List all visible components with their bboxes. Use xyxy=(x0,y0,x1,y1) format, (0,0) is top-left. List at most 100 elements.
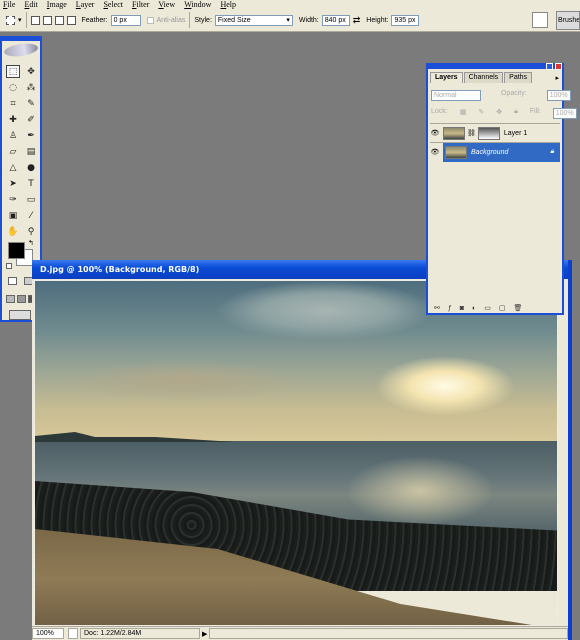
style-select[interactable]: Fixed Size ▾ xyxy=(214,14,293,26)
feather-input[interactable]: 0 px xyxy=(110,14,141,26)
adjustment-layer-icon[interactable]: ◐ xyxy=(472,305,476,312)
fill-label: Fill: xyxy=(529,108,541,115)
zoom-tool-icon[interactable]: ⚲ xyxy=(24,225,38,238)
eraser-tool-icon[interactable]: ▱ xyxy=(6,145,20,158)
preset-dropdown-icon[interactable]: ▾ xyxy=(18,16,22,24)
menu-filter[interactable]: Filter xyxy=(132,0,149,9)
screen-mode-standard-icon[interactable] xyxy=(6,295,15,303)
new-group-icon[interactable]: ▭ xyxy=(484,304,491,312)
swap-colors-icon[interactable]: ↰ xyxy=(28,239,34,247)
layer-style-icon[interactable]: ƒ xyxy=(448,305,452,312)
dodge-tool-icon[interactable]: ● xyxy=(24,161,38,174)
layers-bottom-bar: ⚯ ƒ ◙ ◐ ▭ ▢ 🗑︎ xyxy=(430,302,560,314)
magic-wand-icon[interactable]: ⁂ xyxy=(24,81,38,94)
slice-tool-icon[interactable]: ✎ xyxy=(24,97,38,110)
layer-row-selected[interactable]: Background 🔒︎ xyxy=(443,142,560,162)
menu-select[interactable]: Select xyxy=(103,0,123,9)
file-browser-icon[interactable] xyxy=(532,12,548,28)
layer-name: Background xyxy=(471,148,509,156)
menu-layer[interactable]: Layer xyxy=(76,0,95,9)
minimize-palette-icon[interactable] xyxy=(546,63,553,70)
image-canvas[interactable] xyxy=(34,280,558,626)
link-chain-icon: ⛓︎ xyxy=(467,130,476,137)
history-brush-icon[interactable]: ✒ xyxy=(24,129,38,142)
lock-position-icon[interactable]: ✥ xyxy=(496,108,502,119)
layers-palette: Layers Channels Paths ▸ Normal Opacity: … xyxy=(426,63,577,315)
clone-stamp-icon[interactable]: ♙ xyxy=(6,129,20,142)
divider xyxy=(189,12,191,28)
jump-to-imageready-icon[interactable] xyxy=(9,310,31,320)
palette-menu-icon[interactable]: ▸ xyxy=(555,74,559,82)
horizontal-scrollbar[interactable] xyxy=(209,628,568,639)
menu-window[interactable]: Window xyxy=(184,0,211,9)
brush-tool-icon[interactable]: ✐ xyxy=(24,113,38,126)
crop-tool-icon[interactable]: ⌗ xyxy=(6,97,20,110)
water-glare xyxy=(345,456,495,526)
move-tool-icon[interactable]: ✥ xyxy=(24,65,38,78)
new-layer-icon[interactable]: ▢ xyxy=(499,304,506,312)
height-label: Height: xyxy=(366,16,389,24)
lock-icon: 🔒︎ xyxy=(550,148,554,155)
add-mask-icon[interactable]: ◙ xyxy=(460,305,464,312)
doc-size-info: Doc: 1.22M/2.84M xyxy=(80,628,200,639)
subtract-selection-icon[interactable] xyxy=(54,15,64,25)
blend-mode-select[interactable]: Normal xyxy=(431,90,481,101)
intersect-selection-icon[interactable] xyxy=(66,15,76,25)
new-selection-icon[interactable] xyxy=(30,15,40,25)
fill-input[interactable]: 100% xyxy=(552,108,577,119)
brushes-palette-tab[interactable]: Brushes xyxy=(556,11,580,30)
tab-channels[interactable]: Channels xyxy=(463,72,504,83)
menu-help[interactable]: Help xyxy=(220,0,236,9)
options-bar: ▾ Feather: 0 px Anti-alias Style: Fixed … xyxy=(0,9,580,32)
delete-layer-icon[interactable]: 🗑︎ xyxy=(514,304,523,312)
tab-paths[interactable]: Paths xyxy=(504,72,533,83)
gradient-tool-icon[interactable]: ▤ xyxy=(24,145,38,158)
layer-row[interactable]: 👁︎ ⛓︎ Layer 1 xyxy=(430,123,560,142)
chevron-down-icon: ▾ xyxy=(286,16,290,24)
layer-thumbnail xyxy=(443,126,465,140)
standard-mode-icon[interactable] xyxy=(8,277,17,285)
link-layers-icon[interactable]: ⚯ xyxy=(434,304,440,312)
menu-edit[interactable]: Edit xyxy=(24,0,37,9)
notes-tool-icon[interactable]: ▣ xyxy=(6,209,20,222)
lock-all-icon[interactable]: 🔒︎ xyxy=(514,108,518,119)
menu-view[interactable]: View xyxy=(158,0,175,9)
lock-image-icon[interactable]: ✎ xyxy=(478,108,484,119)
hand-tool-icon[interactable]: ✋ xyxy=(6,225,20,238)
divider xyxy=(25,12,27,28)
type-tool-icon[interactable]: T xyxy=(24,177,38,190)
path-selection-icon[interactable]: ➤ xyxy=(6,177,20,190)
tab-layers[interactable]: Layers xyxy=(430,72,463,83)
healing-brush-icon[interactable]: ✚ xyxy=(6,113,20,126)
document-window: D.jpg @ 100% (Background, RGB/8) 100% Do… xyxy=(32,260,572,640)
antialias-label: Anti-alias xyxy=(156,16,186,24)
opacity-input[interactable]: 100% xyxy=(546,90,571,101)
add-selection-icon[interactable] xyxy=(42,15,52,25)
width-input[interactable]: 840 px xyxy=(321,14,350,26)
menu-file[interactable]: File xyxy=(3,0,15,9)
visibility-eye-icon[interactable]: 👁︎ xyxy=(430,129,440,137)
layer-mask-thumbnail[interactable] xyxy=(477,126,500,140)
default-colors-icon[interactable] xyxy=(6,263,12,269)
swap-dimensions-icon[interactable]: ⇄ xyxy=(353,15,361,26)
pen-tool-icon[interactable]: ✑ xyxy=(6,193,20,206)
screen-mode-full-menu-icon[interactable] xyxy=(17,295,26,303)
marquee-preset-icon[interactable] xyxy=(6,15,15,25)
status-menu-icon[interactable] xyxy=(68,628,78,639)
menu-image[interactable]: Image xyxy=(47,0,67,9)
layer-name: Layer 1 xyxy=(503,129,528,137)
antialias-checkbox[interactable] xyxy=(146,16,154,24)
opacity-label: Opacity: xyxy=(501,90,527,97)
shape-tool-icon[interactable]: ▭ xyxy=(24,193,38,206)
blur-tool-icon[interactable]: △ xyxy=(6,161,20,174)
status-arrow-icon[interactable]: ▶ xyxy=(202,630,207,638)
rectangular-marquee-icon[interactable]: ⬚ xyxy=(6,65,20,78)
visibility-eye-icon[interactable]: 👁︎ xyxy=(430,148,440,156)
height-input[interactable]: 935 px xyxy=(391,14,420,26)
zoom-field[interactable]: 100% xyxy=(32,628,64,639)
close-palette-icon[interactable] xyxy=(555,63,562,70)
lasso-tool-icon[interactable]: ◌ xyxy=(6,81,20,94)
eyedropper-icon[interactable]: ⁄ xyxy=(24,209,38,222)
lock-transparency-icon[interactable]: ▦ xyxy=(460,108,467,119)
foreground-color-swatch[interactable] xyxy=(8,242,25,259)
